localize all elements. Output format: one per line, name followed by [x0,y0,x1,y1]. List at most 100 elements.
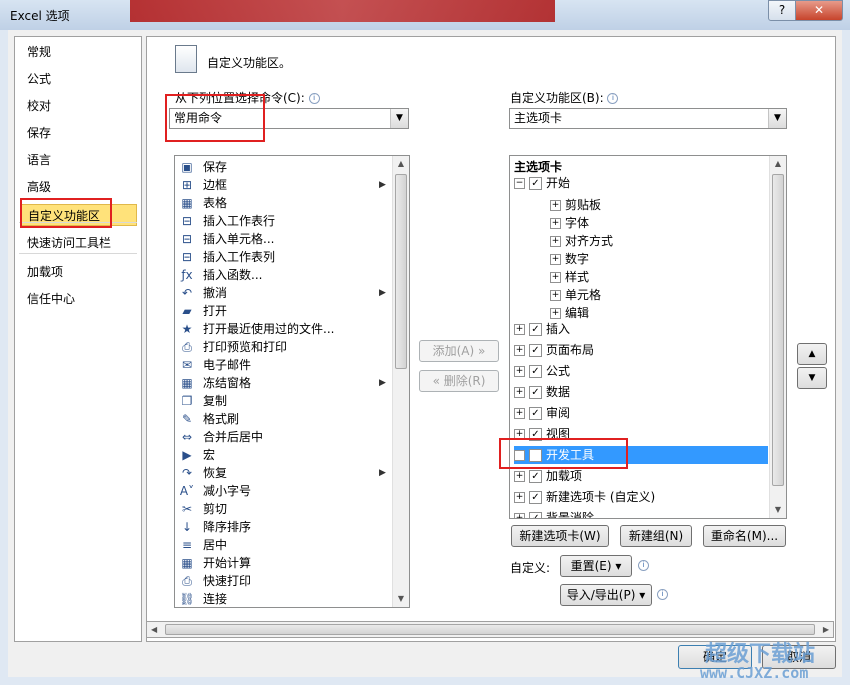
command-item[interactable]: ❐ 复制 [179,392,389,410]
command-item[interactable]: ↶ 撤消 ▶ [179,284,389,302]
checkbox[interactable]: ✓ [529,428,542,441]
checkbox[interactable]: ✓ [529,344,542,357]
command-item[interactable]: ⊞ 边框 ▶ [179,176,389,194]
new-group-button[interactable]: 新建组(N) [620,525,692,547]
commands-scrollbar[interactable]: ▲ ▼ [392,156,409,607]
scroll-thumb[interactable] [165,624,815,635]
checkbox[interactable]: ✓ [529,386,542,399]
command-item[interactable]: ⛓ 连接 [179,590,389,607]
command-item[interactable]: ✎ 格式刷 [179,410,389,428]
add-button[interactable]: 添加(A) » [419,340,499,362]
command-item[interactable]: ≡ 居中 [179,536,389,554]
command-item[interactable]: ⊟ 插入单元格... [179,230,389,248]
chevron-down-icon[interactable]: ▼ [390,109,408,128]
tree-item[interactable]: − ✓ 开始 [514,174,570,192]
move-up-button[interactable]: ▲ [797,343,827,365]
expand-icon[interactable]: + [550,290,561,301]
help-button[interactable]: ? [768,0,796,21]
command-item[interactable]: ▦ 开始计算 [179,554,389,572]
expand-icon[interactable]: + [514,450,525,461]
scroll-thumb[interactable] [772,174,784,486]
expand-icon[interactable]: + [514,366,525,377]
move-down-button[interactable]: ▼ [797,367,827,389]
scroll-thumb[interactable] [395,174,407,369]
tree-item[interactable]: + ✓ 公式 [514,362,570,380]
tree-item[interactable]: + ✓ 审阅 [514,404,570,422]
expand-icon[interactable]: + [514,492,525,503]
customize-ribbon-combo[interactable]: 主选项卡 ▼ [509,108,787,129]
remove-button[interactable]: « 删除(R) [419,370,499,392]
tree-item[interactable]: + ✓ 视图 [514,425,570,443]
nav-item[interactable]: 加载项 [21,261,137,283]
tree-item[interactable]: + 样式 [550,268,589,286]
nav-item[interactable]: 校对 [21,95,137,117]
command-item[interactable]: ★ 打开最近使用过的文件... [179,320,389,338]
command-item[interactable]: ↷ 恢复 ▶ [179,464,389,482]
tree-item[interactable]: + ✓ 页面布局 [514,341,594,359]
checkbox[interactable]: ✓ [529,177,542,190]
expand-icon[interactable]: + [514,513,525,518]
checkbox[interactable]: ✓ [529,470,542,483]
command-item[interactable]: ▰ 打开 [179,302,389,320]
expand-icon[interactable]: + [514,324,525,335]
command-item[interactable]: A˅ 减小字号 [179,482,389,500]
scroll-right-icon[interactable]: ▶ [823,622,829,637]
expand-icon[interactable]: + [514,429,525,440]
command-item[interactable]: ⇔ 合并后居中 [179,428,389,446]
scroll-up-icon[interactable]: ▲ [393,156,409,172]
nav-item[interactable]: 信任中心 [21,288,137,310]
command-item[interactable]: ⎙ 快速打印 [179,572,389,590]
checkbox[interactable]: ✓ [529,365,542,378]
tree-item[interactable]: + ✓ 新建选项卡 (自定义) [514,488,655,506]
tree-item[interactable]: + 单元格 [550,286,601,304]
import-export-button[interactable]: 导入/导出(P) ▾ [560,584,652,606]
chevron-down-icon[interactable]: ▼ [768,109,786,128]
rename-button[interactable]: 重命名(M)... [703,525,786,547]
command-item[interactable]: ▦ 表格 [179,194,389,212]
command-item[interactable]: ▣ 保存 [179,158,389,176]
choose-commands-combo[interactable]: 常用命令 ▼ [169,108,409,129]
reset-button[interactable]: 重置(E) ▾ [560,555,632,577]
expand-icon[interactable]: + [550,272,561,283]
nav-item[interactable]: 语言 [21,149,137,171]
tree-scrollbar[interactable]: ▲ ▼ [769,156,786,518]
checkbox[interactable]: ✓ [529,512,542,518]
checkbox[interactable]: ✓ [529,407,542,420]
scroll-down-icon[interactable]: ▼ [393,591,409,607]
expand-icon[interactable]: + [550,254,561,265]
scroll-left-icon[interactable]: ◀ [151,622,157,637]
tree-item[interactable]: + ✓ 加载项 [514,467,582,485]
expand-icon[interactable]: + [514,345,525,356]
commands-list[interactable]: ▲ ▼ ▣ 保存 ⊞ 边框 ▶ ▦ 表格 ⊟ 插入工作表行 ⊟ 插入单元格... ⊟ 插入工作表列 ƒx 插… [174,155,410,608]
nav-item[interactable]: 高级 [21,176,137,198]
expand-icon[interactable]: + [550,236,561,247]
command-item[interactable]: ▦ 冻结窗格 ▶ [179,374,389,392]
command-item[interactable]: ƒx 插入函数... [179,266,389,284]
command-item[interactable]: ⎙ 打印预览和打印 [179,338,389,356]
tree-item[interactable]: + 字体 [550,214,589,232]
tree-item[interactable]: + 对齐方式 [550,232,613,250]
tree-item[interactable]: + 剪贴板 [550,196,601,214]
expand-icon[interactable]: + [514,471,525,482]
command-item[interactable]: ✂ 剪切 [179,500,389,518]
expand-icon[interactable]: + [514,408,525,419]
tree-item[interactable]: + ✓ 背景消除 [514,509,594,518]
nav-item[interactable]: 公式 [21,68,137,90]
tree-item[interactable]: + ✓ 开发工具 [514,446,768,464]
command-item[interactable]: ▶ 宏 [179,446,389,464]
nav-item[interactable]: 常规 [21,41,137,63]
checkbox[interactable]: ✓ [529,491,542,504]
expand-icon[interactable]: + [550,308,561,319]
ribbon-tree[interactable]: ▲ ▼ 主选项卡 − ✓ 开始 + 剪贴板 + 字体 + 对齐方式 + 数字 + 样式 + 单元格 + 编辑 + ✓ 插… [509,155,787,519]
tree-item[interactable]: + ✓ 插入 [514,320,570,338]
new-tab-button[interactable]: 新建选项卡(W) [511,525,609,547]
checkbox[interactable]: ✓ [529,323,542,336]
command-item[interactable]: ⊟ 插入工作表列 [179,248,389,266]
expand-icon[interactable]: + [550,200,561,211]
close-button[interactable]: ✕ [795,0,843,21]
tree-item[interactable]: + 数字 [550,250,589,268]
scroll-up-icon[interactable]: ▲ [770,156,786,172]
nav-item[interactable]: 保存 [21,122,137,144]
command-item[interactable]: ↓ 降序排序 [179,518,389,536]
command-item[interactable]: ⊟ 插入工作表行 [179,212,389,230]
